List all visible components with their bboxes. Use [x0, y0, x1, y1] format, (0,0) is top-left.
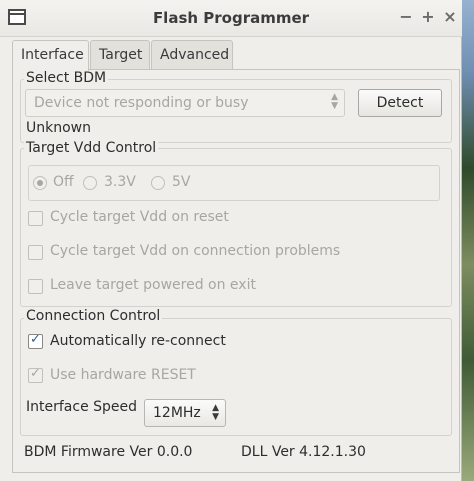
vdd-radio-group: Off 3.3V 5V [28, 165, 440, 201]
select-bdm-title: Select BDM [24, 70, 109, 86]
checkmark-icon: ✓ [30, 366, 41, 381]
interface-speed-label: Interface Speed [26, 399, 138, 415]
vdd-3v3-radio[interactable] [83, 176, 97, 190]
auto-reconnect-label: Automatically re-connect [50, 333, 226, 349]
bdm-device-select: Device not responding or busy ▲ ▼ [25, 89, 345, 117]
checkmark-icon: ✓ [30, 332, 41, 347]
leave-powered-checkbox[interactable] [28, 279, 43, 294]
select-updown-icon: ▲ ▼ [212, 403, 219, 422]
firmware-version: BDM Firmware Ver 0.0.0 [24, 444, 193, 460]
tab-interface[interactable]: Interface [12, 40, 89, 71]
connection-control-title: Connection Control [24, 308, 163, 324]
dll-version: DLL Ver 4.12.1.30 [241, 444, 366, 460]
cycle-vdd-reset-checkbox[interactable] [28, 211, 43, 226]
interface-speed-select[interactable]: 12MHz ▲ ▼ [144, 399, 226, 427]
bdm-status-label: Unknown [26, 120, 91, 136]
interface-speed-value: 12MHz [153, 405, 201, 421]
desktop-background [462, 0, 474, 481]
vdd-5v-radio[interactable] [151, 176, 165, 190]
hardware-reset-checkbox[interactable]: ✓ [28, 366, 43, 383]
auto-reconnect-checkbox[interactable]: ✓ [28, 332, 43, 349]
tab-target[interactable]: Target [90, 40, 150, 69]
cycle-vdd-connection-checkbox[interactable] [28, 245, 43, 260]
vdd-3v3-label: 3.3V [104, 174, 136, 190]
cycle-vdd-connection-label: Cycle target Vdd on connection problems [50, 243, 341, 259]
cycle-vdd-reset-label: Cycle target Vdd on reset [50, 209, 229, 225]
bdm-device-value: Device not responding or busy [34, 95, 249, 111]
vdd-off-label: Off [53, 174, 74, 190]
detect-button[interactable]: Detect [358, 89, 442, 117]
vdd-off-radio[interactable] [33, 176, 47, 190]
combo-updown-icon: ▲ ▼ [331, 92, 338, 111]
flash-programmer-window: Flash Programmer − + × Interface Target … [0, 0, 462, 481]
window-title: Flash Programmer [152, 9, 310, 27]
leave-powered-label: Leave target powered on exit [50, 277, 256, 293]
tab-advanced[interactable]: Advanced [151, 40, 233, 69]
hardware-reset-label: Use hardware RESET [50, 367, 196, 383]
minimize-button[interactable]: − [396, 7, 416, 27]
maximize-button[interactable]: + [418, 7, 438, 27]
vdd-control-title: Target Vdd Control [24, 140, 159, 156]
close-button[interactable]: × [440, 7, 460, 27]
vdd-5v-label: 5V [172, 174, 191, 190]
title-bar[interactable]: Flash Programmer − + × [0, 0, 462, 37]
